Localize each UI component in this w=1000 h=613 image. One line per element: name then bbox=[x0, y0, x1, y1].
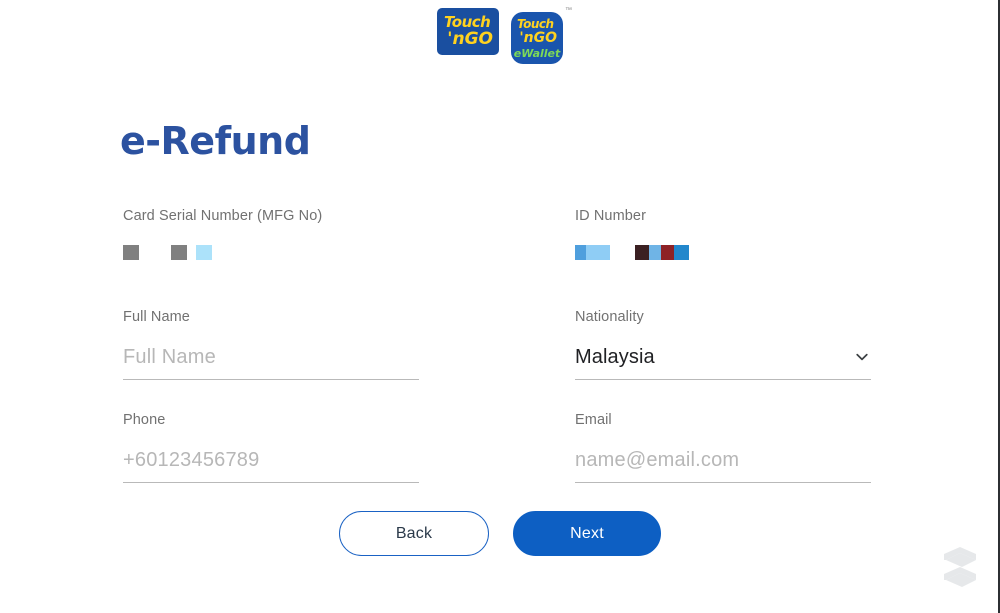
field-nationality: Nationality Malaysia bbox=[575, 307, 871, 380]
full-name-label: Full Name bbox=[123, 309, 190, 325]
id-number-label: ID Number bbox=[575, 208, 646, 224]
field-card-serial-number: Card Serial Number (MFG No) bbox=[123, 206, 419, 270]
form-actions: Back Next bbox=[0, 511, 1000, 556]
id-number-value-redacted bbox=[575, 234, 871, 270]
phone-input-wrapper[interactable]: +60123456789 bbox=[123, 438, 419, 483]
full-name-input[interactable]: Full Name bbox=[123, 344, 216, 370]
field-phone: Phone +60123456789 bbox=[123, 410, 419, 483]
redacted-block bbox=[575, 244, 586, 260]
redacted-block bbox=[123, 244, 139, 260]
phone-input[interactable]: +60123456789 bbox=[123, 447, 259, 473]
card-serial-number-value-redacted bbox=[123, 234, 419, 270]
field-email: Email name@email.com bbox=[575, 410, 871, 483]
redacted-block bbox=[586, 244, 610, 260]
email-label: Email bbox=[575, 412, 612, 428]
email-input-wrapper[interactable]: name@email.com bbox=[575, 438, 871, 483]
back-button[interactable]: Back bbox=[339, 511, 489, 556]
redacted-block bbox=[196, 244, 212, 260]
field-full-name: Full Name Full Name bbox=[123, 307, 419, 380]
field-id-number: ID Number bbox=[575, 206, 871, 270]
redacted-chunk bbox=[635, 244, 689, 260]
brand-watermark-icon bbox=[944, 547, 978, 591]
redacted-block bbox=[661, 244, 674, 260]
redacted-block bbox=[171, 244, 187, 260]
redacted-block bbox=[635, 244, 649, 260]
redacted-block bbox=[649, 244, 661, 260]
full-name-input-wrapper[interactable]: Full Name bbox=[123, 335, 419, 380]
nationality-selected-value: Malaysia bbox=[575, 346, 655, 368]
nationality-label: Nationality bbox=[575, 309, 644, 325]
chevron-down-icon[interactable] bbox=[855, 350, 869, 364]
redacted-block bbox=[674, 244, 689, 260]
nationality-select[interactable]: Malaysia bbox=[575, 335, 871, 380]
redacted-chunk bbox=[575, 244, 610, 260]
email-input[interactable]: name@email.com bbox=[575, 447, 739, 473]
phone-label: Phone bbox=[123, 412, 166, 428]
card-serial-number-label: Card Serial Number (MFG No) bbox=[123, 208, 323, 224]
next-button[interactable]: Next bbox=[513, 511, 661, 556]
